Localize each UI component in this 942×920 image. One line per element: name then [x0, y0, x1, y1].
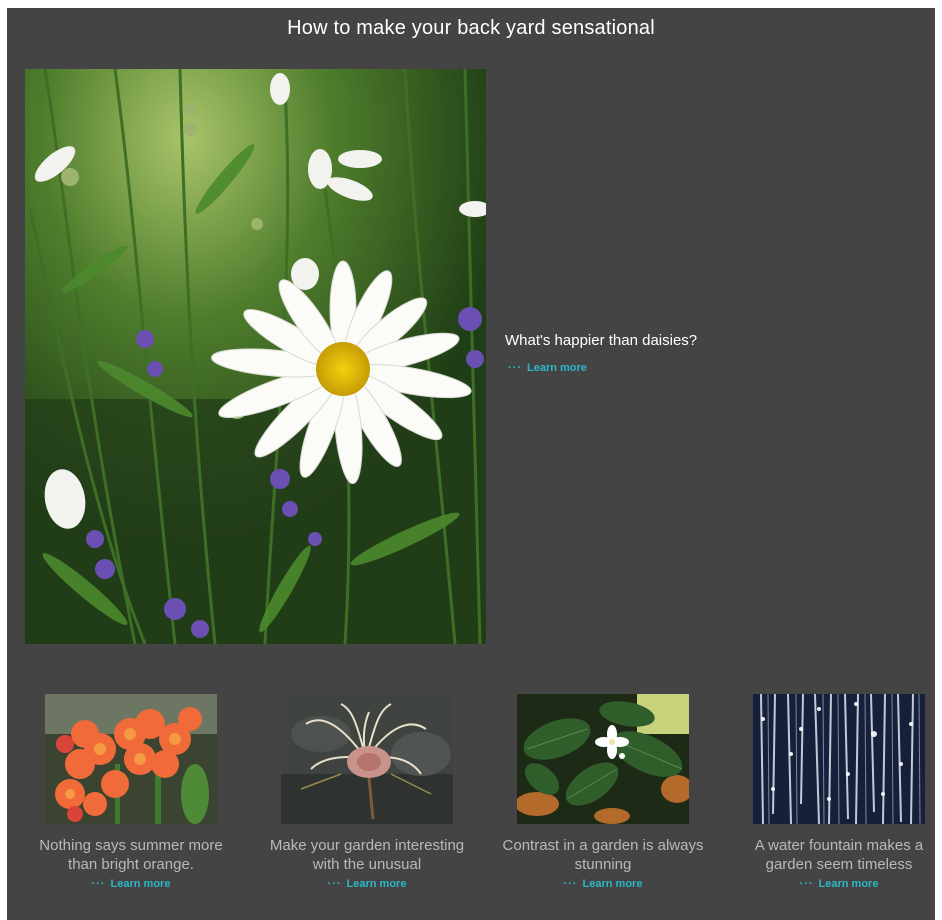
card-caption: Nothing says summer more than bright ora…: [39, 837, 223, 873]
page-container: How to make your back yard sensational W…: [7, 8, 935, 920]
water-fountain-photo: [753, 694, 925, 824]
contrast-leaves-photo: [517, 694, 689, 824]
hero-learn-more-link[interactable]: ··· Learn more: [508, 362, 587, 374]
ellipsis-icon: ···: [327, 878, 342, 890]
contrast-leaves-art: [517, 694, 689, 824]
card-unusual-flower: Make your garden interesting with the un…: [256, 694, 478, 892]
card-learn-more-link[interactable]: ··· Learn more: [800, 878, 879, 890]
page-title: How to make your back yard sensational: [287, 17, 655, 39]
learn-more-label: Learn more: [818, 878, 879, 890]
unusual-flower-photo: [281, 694, 453, 824]
ellipsis-icon: ···: [563, 878, 578, 890]
daisy-photo-art: [25, 69, 486, 644]
learn-more-label: Learn more: [582, 878, 643, 890]
card-learn-more-link[interactable]: ··· Learn more: [328, 878, 407, 890]
ellipsis-icon: ···: [799, 878, 814, 890]
card-orange-flowers: Nothing says summer more than bright ora…: [20, 694, 242, 892]
card-learn-more-link[interactable]: ··· Learn more: [564, 878, 643, 890]
learn-more-label: Learn more: [346, 878, 407, 890]
learn-more-label: Learn more: [110, 878, 171, 890]
card-caption: Make your garden interesting with the un…: [269, 837, 465, 873]
daisy-photo: [25, 69, 486, 644]
ellipsis-icon: ···: [508, 362, 522, 374]
card-water-fountain: A water fountain makes a garden seem tim…: [728, 694, 942, 892]
card-learn-more-link[interactable]: ··· Learn more: [92, 878, 171, 890]
card-caption: Contrast in a garden is always stunning: [502, 837, 704, 873]
card-contrast-leaves: Contrast in a garden is always stunning …: [492, 694, 714, 892]
water-fountain-art: [753, 694, 925, 824]
hero-caption: What's happier than daisies?: [505, 332, 698, 349]
unusual-flower-art: [281, 694, 453, 824]
ellipsis-icon: ···: [91, 878, 106, 890]
card-caption: A water fountain makes a garden seem tim…: [754, 837, 924, 873]
orange-flowers-art: [45, 694, 217, 824]
learn-more-label: Learn more: [527, 362, 587, 374]
orange-flowers-photo: [45, 694, 217, 824]
